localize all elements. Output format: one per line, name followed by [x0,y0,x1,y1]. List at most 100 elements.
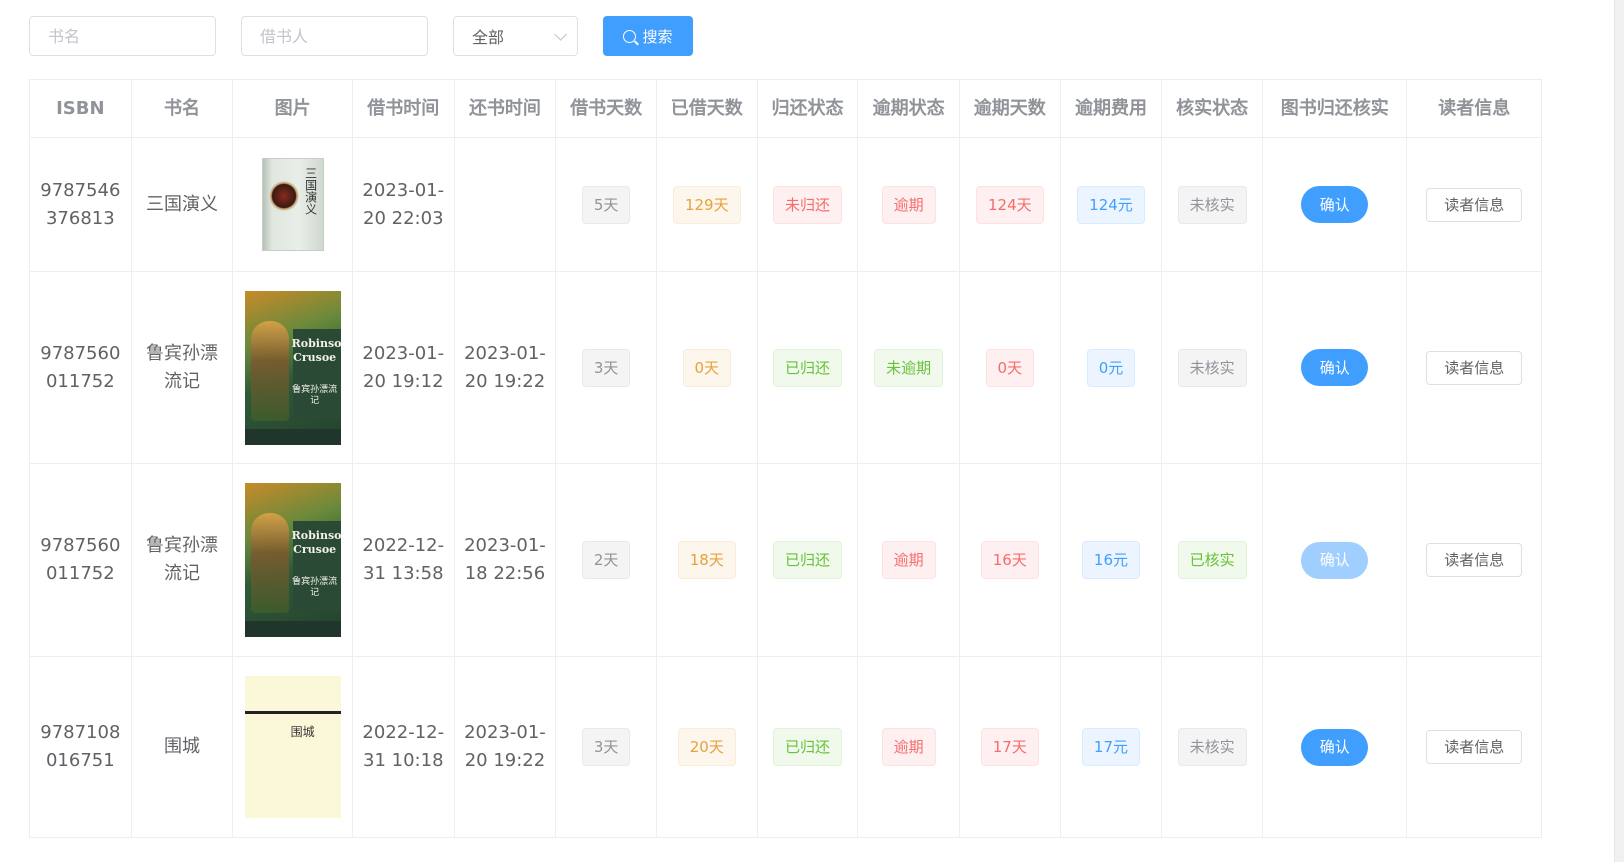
status-select-value: 全部 [472,28,505,47]
overdue-days-cell: 16天 [960,464,1061,656]
return-time-cell: 2023-01-20 19:22 [455,272,557,463]
borrow-days-tag: 2天 [581,541,631,579]
status-select[interactable]: 全部 [453,16,578,56]
overdue-days-tag: 124天 [975,185,1044,224]
reader-info-button[interactable]: 读者信息 [1426,350,1523,385]
overdue-days-tag: 17天 [980,728,1039,766]
cover-subtitle: 鲁宾孙漂流记 [292,384,338,406]
header-isbn: ISBN [30,80,132,137]
confirm-cell: 确认 [1263,138,1408,271]
reader-info-button[interactable]: 读者信息 [1426,730,1523,764]
borrow-days-tag: 3天 [581,348,631,387]
confirm-button[interactable]: 确认 [1301,186,1369,223]
cover-title: 三国演义 [303,167,318,215]
overdue-status-cell: 逾期 [858,657,960,837]
confirm-button[interactable]: 确认 [1301,349,1369,386]
title-cell: 围城 [132,657,234,837]
borrower-field[interactable] [241,16,428,56]
return-status-tag: 已归还 [772,348,842,387]
search-icon [623,29,637,43]
overdue-status-cell: 逾期 [858,464,960,656]
return-status-tag: 已归还 [772,541,842,579]
overdue-status-tag: 逾期 [881,541,936,579]
cover-illustration [250,513,289,613]
borrow-days-cell: 3天 [556,272,657,463]
elapsed-days-cell: 20天 [657,657,758,837]
cover-emblem [268,181,299,211]
table-row: 9787546376813 三国演义 三国演义 2023-01-20 22:03… [30,138,1543,272]
borrow-days-tag: 5天 [581,185,631,224]
reader-info-button[interactable]: 读者信息 [1426,187,1523,222]
elapsed-days-tag: 20天 [677,728,736,766]
borrow-days-tag: 3天 [581,728,631,766]
header-reader-info: 读者信息 [1407,80,1543,137]
title-cell: 鲁宾孙漂流记 [132,464,234,656]
borrower-input[interactable] [260,26,427,46]
elapsed-days-tag: 0天 [682,348,732,387]
overdue-days-cell: 0天 [960,272,1061,463]
overdue-fee-cell: 16元 [1061,464,1163,656]
cover-title: 围城 [290,725,315,739]
overdue-fee-cell: 17元 [1061,657,1163,837]
chevron-down-icon [554,27,567,41]
overdue-status-cell: 逾期 [858,138,960,271]
book-name-field[interactable] [29,16,216,56]
book-cover-image: 三国演义 [261,158,324,251]
scrollbar-edge[interactable] [1614,0,1624,862]
overdue-days-cell: 124天 [960,138,1061,271]
elapsed-days-cell: 18天 [657,464,758,656]
confirm-button-disabled: 确认 [1301,541,1369,579]
return-time-cell [455,138,557,271]
book-name-input[interactable] [48,26,215,46]
overdue-fee-tag: 16元 [1081,541,1141,579]
overdue-status-tag: 逾期 [881,728,936,766]
confirm-button[interactable]: 确认 [1301,728,1369,766]
reader-cell: 读者信息 [1407,138,1543,271]
cover-subtitle: 鲁宾孙漂流记 [292,577,338,598]
return-status-tag: 已归还 [772,728,842,766]
return-time-cell: 2023-01-20 19:22 [455,657,557,837]
overdue-fee-cell: 0元 [1061,272,1163,463]
borrow-time-cell: 2022-12-31 10:18 [353,657,455,837]
return-status-tag: 未归还 [772,185,842,224]
elapsed-days-tag: 129天 [672,185,741,224]
borrow-time-cell: 2023-01-20 19:12 [353,272,455,463]
return-time-cell: 2023-01-18 22:56 [455,464,557,656]
overdue-days-cell: 17天 [960,657,1061,837]
borrow-time-cell: 2022-12-31 13:58 [353,464,455,656]
header-overdue-days: 逾期天数 [960,80,1061,137]
verify-status-cell: 未核实 [1162,657,1263,837]
elapsed-days-cell: 129天 [657,138,758,271]
verify-status-cell: 未核实 [1162,138,1263,271]
search-button[interactable]: 搜索 [603,16,693,56]
confirm-cell: 确认 [1263,464,1408,656]
book-cover-image: Robinson Crusoe 鲁宾孙漂流记 [244,483,341,637]
header-verify-status: 核实状态 [1162,80,1263,137]
isbn-cell: 9787108016751 [30,657,132,837]
verify-status-tag: 未核实 [1177,728,1247,766]
header-borrow-days: 借书天数 [556,80,657,137]
borrow-records-table: ISBN 书名 图片 借书时间 还书时间 借书天数 已借天数 归还状态 逾期状态… [29,79,1543,838]
header-return-verify: 图书归还核实 [1263,80,1408,137]
table-row: 9787108016751 围城 围城 2022-12-31 10:18 202… [30,657,1543,838]
reader-info-button[interactable]: 读者信息 [1426,543,1523,577]
header-image: 图片 [233,80,353,137]
return-status-cell: 未归还 [758,138,859,271]
isbn-cell: 9787560011752 [30,464,132,656]
cover-cell: Robinson Crusoe 鲁宾孙漂流记 [233,464,353,656]
title-cell: 鲁宾孙漂流记 [132,272,234,463]
overdue-status-tag: 未逾期 [874,348,944,387]
title-cell: 三国演义 [132,138,234,271]
table-row: 9787560011752 鲁宾孙漂流记 Robinson Crusoe 鲁宾孙… [30,464,1543,657]
verify-status-tag: 未核实 [1177,185,1247,224]
table-row: 9787560011752 鲁宾孙漂流记 Robinson Crusoe 鲁宾孙… [30,272,1543,464]
cover-illustration [250,320,289,421]
borrow-time-cell: 2023-01-20 22:03 [353,138,455,271]
book-cover-image: 围城 [244,676,341,818]
header-elapsed-days: 已借天数 [657,80,758,137]
verify-status-tag: 未核实 [1177,348,1247,387]
header-overdue-status: 逾期状态 [858,80,960,137]
overdue-days-tag: 16天 [980,541,1039,579]
overdue-days-tag: 0天 [985,348,1035,387]
isbn-cell: 9787546376813 [30,138,132,271]
